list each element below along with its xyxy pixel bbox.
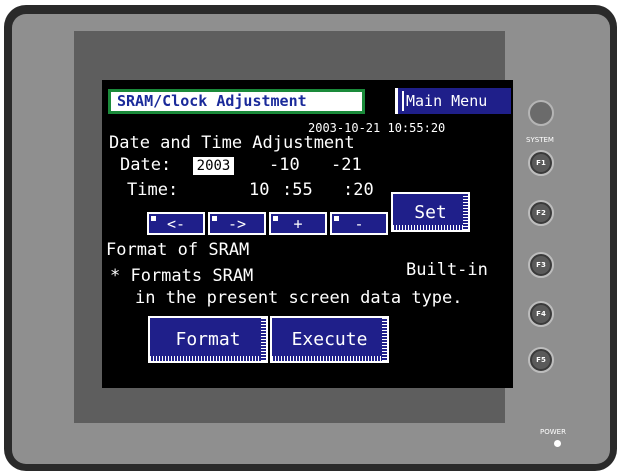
set-button[interactable]: Set [391, 192, 470, 232]
day-field[interactable]: -21 [331, 155, 362, 175]
second-field[interactable]: :20 [343, 180, 374, 200]
format-button[interactable]: Format [148, 316, 268, 363]
button-shadow [382, 318, 387, 361]
system-button[interactable] [528, 100, 554, 126]
year-field[interactable]: 2003 [193, 157, 234, 175]
set-label: Set [414, 201, 447, 223]
cursor-left-label: <- [166, 214, 186, 233]
hour-field[interactable]: 10 [249, 180, 269, 200]
sram-section-heading: Format of SRAM [106, 240, 250, 260]
cursor-left-button[interactable]: <- [147, 212, 205, 235]
f2-button[interactable]: F2 [528, 200, 554, 226]
increment-button[interactable]: + [269, 212, 327, 235]
execute-button[interactable]: Execute [270, 316, 389, 363]
f1-button[interactable]: F1 [528, 150, 554, 176]
format-note-line2: in the present screen data type. [135, 288, 463, 308]
f1-label: F1 [536, 159, 546, 167]
power-label: POWER [540, 428, 566, 436]
f4-button[interactable]: F4 [528, 301, 554, 327]
decrement-button[interactable]: - [330, 212, 388, 235]
button-corner-icon [273, 216, 278, 221]
button-shadow [463, 194, 468, 230]
button-shadow [272, 356, 387, 361]
format-note-line1: * Formats SRAM [110, 266, 254, 286]
button-shadow [393, 225, 468, 230]
main-menu-button[interactable]: Main Menu [395, 88, 511, 114]
increment-label: + [293, 214, 303, 233]
execute-label: Execute [291, 329, 368, 350]
button-shadow [150, 356, 266, 361]
minute-field[interactable]: :55 [282, 180, 313, 200]
cursor-right-button[interactable]: -> [208, 212, 266, 235]
f2-label: F2 [536, 209, 546, 217]
date-label: Date: [120, 155, 172, 175]
system-label: SYSTEM [526, 136, 554, 144]
f5-button[interactable]: F5 [528, 347, 554, 373]
button-corner-icon [212, 216, 217, 221]
month-field[interactable]: -10 [269, 155, 300, 175]
format-label: Format [175, 329, 241, 350]
date-time-section-heading: Date and Time Adjustment [109, 133, 355, 153]
cursor-right-label: -> [227, 214, 247, 233]
hmi-screen: SRAM/Clock Adjustment Main Menu 2003-10-… [102, 80, 513, 388]
sram-type-value: Built-in [406, 260, 488, 280]
f4-label: F4 [536, 310, 546, 318]
f3-label: F3 [536, 261, 546, 269]
button-corner-icon [334, 216, 339, 221]
f3-button[interactable]: F3 [528, 252, 554, 278]
button-corner-icon [151, 216, 156, 221]
time-label: Time: [127, 180, 179, 200]
f5-label: F5 [536, 356, 546, 364]
decrement-label: - [354, 214, 364, 233]
button-shadow [261, 318, 266, 361]
power-led-icon [554, 440, 561, 447]
page-title: SRAM/Clock Adjustment [108, 89, 365, 114]
